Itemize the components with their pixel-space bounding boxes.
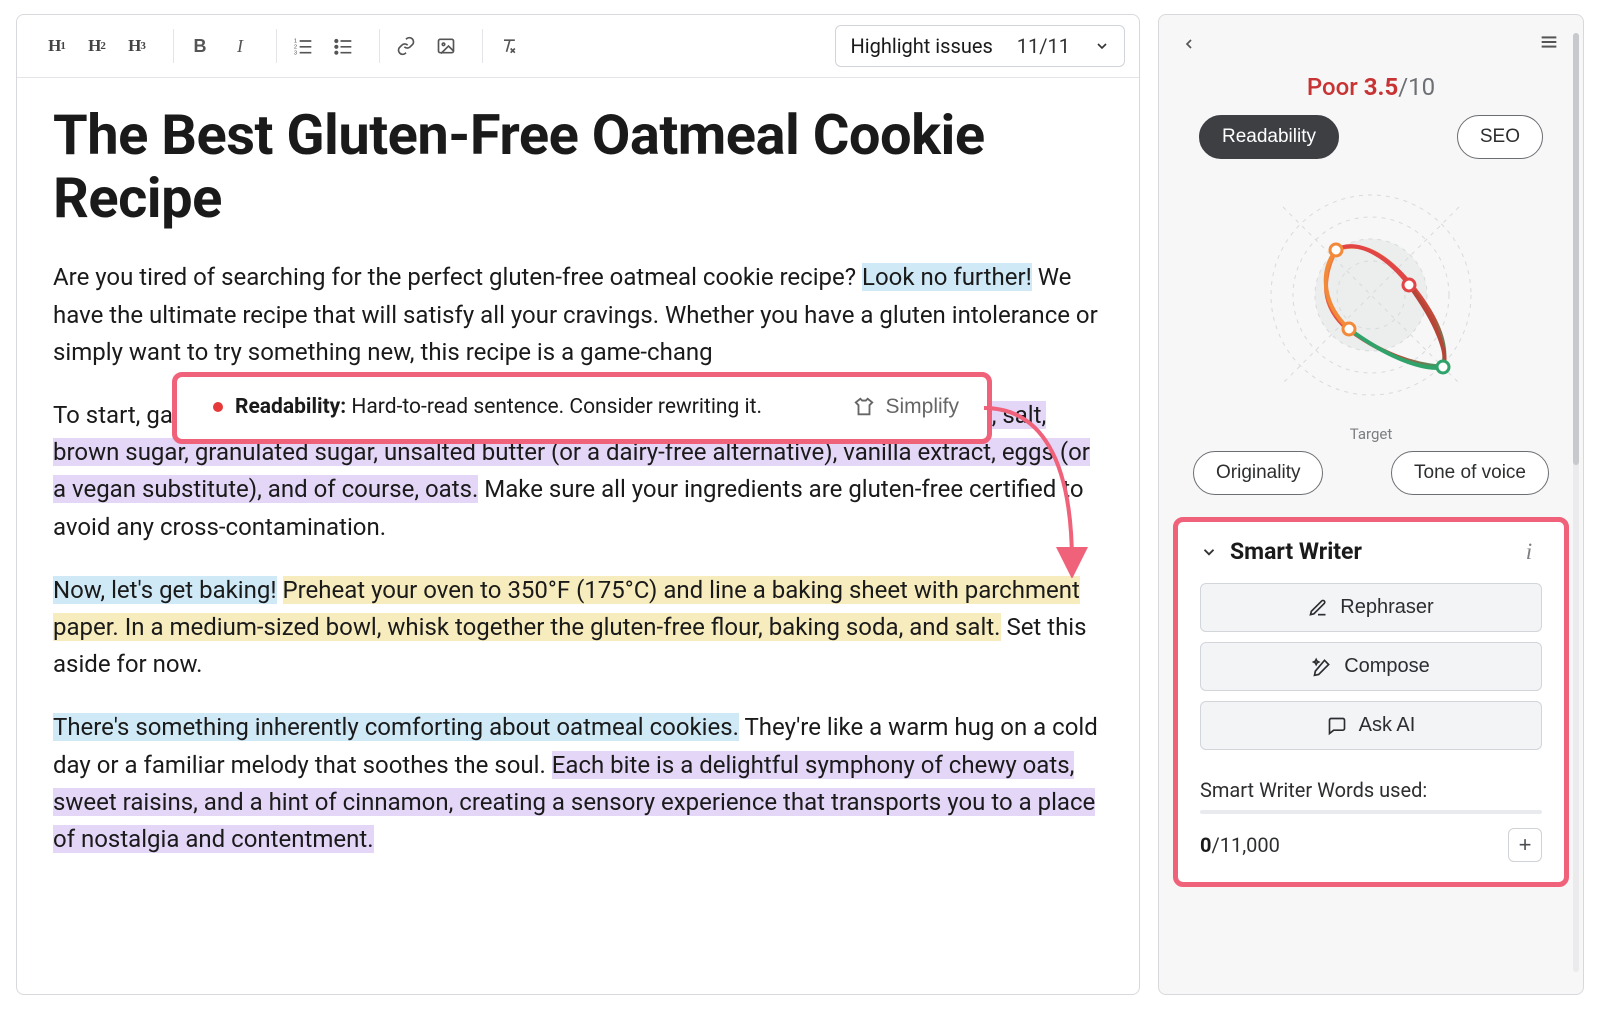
chat-icon: [1327, 716, 1347, 736]
highlight-blue[interactable]: There's something inherently comforting …: [53, 713, 739, 741]
heading-1-button[interactable]: H1: [39, 29, 75, 63]
simplify-button[interactable]: Simplify: [853, 395, 959, 419]
highlight-issues-dropdown[interactable]: Highlight issues 11/11: [835, 25, 1125, 67]
add-words-button[interactable]: +: [1508, 828, 1542, 862]
article-title[interactable]: The Best Gluten-Free Oatmeal Cookie Reci…: [53, 104, 1103, 229]
usage-bar: [1200, 810, 1542, 814]
sidebar-menu-button[interactable]: [1533, 29, 1565, 61]
smart-writer-panel: Smart Writer i Rephraser Compose Ask AI: [1173, 517, 1569, 887]
link-button[interactable]: [388, 29, 424, 63]
tshirt-icon: [853, 396, 875, 418]
clear-formatting-button[interactable]: [491, 29, 527, 63]
heading-3-button[interactable]: H3: [119, 29, 155, 63]
usage-count: 0/11,000: [1200, 833, 1280, 857]
rephraser-button[interactable]: Rephraser: [1200, 583, 1542, 632]
highlight-blue[interactable]: Look no further!: [862, 263, 1032, 291]
paragraph-1[interactable]: Are you tired of searching for the perfe…: [53, 259, 1103, 371]
chip-seo[interactable]: SEO: [1457, 115, 1543, 159]
chip-tone-of-voice[interactable]: Tone of voice: [1391, 451, 1549, 495]
paragraph-4[interactable]: There's something inherently comforting …: [53, 709, 1103, 858]
callout-label: Readability:: [235, 395, 346, 419]
highlight-blue[interactable]: Now, let's get baking!: [53, 576, 277, 604]
bold-button[interactable]: B: [182, 29, 218, 63]
image-button[interactable]: [428, 29, 464, 63]
radar-target-label: Target: [1159, 425, 1583, 443]
sidebar-back-button[interactable]: [1173, 29, 1205, 61]
compose-button[interactable]: Compose: [1200, 642, 1542, 691]
heading-2-button[interactable]: H2: [79, 29, 115, 63]
wand-icon: [1312, 657, 1332, 677]
editor-toolbar: H1 H2 H3 B I 123: [17, 15, 1139, 78]
sidebar-scrollbar[interactable]: [1573, 33, 1579, 972]
ordered-list-button[interactable]: 123: [285, 29, 321, 63]
radar-chart: [1159, 159, 1583, 431]
ask-ai-button[interactable]: Ask AI: [1200, 701, 1542, 750]
highlight-issues-count: 11/11: [1017, 34, 1070, 58]
edit-icon: [1308, 598, 1328, 618]
sidebar-panel: Poor 3.5/10 Readability SEO: [1158, 14, 1584, 995]
editor-pane: H1 H2 H3 B I 123: [16, 14, 1140, 995]
chevron-down-icon[interactable]: [1200, 543, 1218, 561]
chip-originality[interactable]: Originality: [1193, 451, 1323, 495]
editor-body[interactable]: The Best Gluten-Free Oatmeal Cookie Reci…: [17, 78, 1139, 924]
chevron-down-icon: [1094, 38, 1110, 54]
callout-message: Hard-to-read sentence. Consider rewritin…: [351, 395, 762, 419]
readability-callout: Readability: Hard-to-read sentence. Cons…: [172, 372, 992, 444]
readability-score: Poor 3.5/10: [1159, 71, 1583, 115]
smart-writer-title: Smart Writer: [1230, 538, 1362, 565]
highlight-issues-label: Highlight issues: [850, 34, 992, 58]
svg-text:3: 3: [294, 50, 297, 56]
paragraph-3[interactable]: Now, let's get baking! Preheat your oven…: [53, 572, 1103, 684]
unordered-list-button[interactable]: [325, 29, 361, 63]
info-icon[interactable]: i: [1516, 539, 1542, 565]
italic-button[interactable]: I: [222, 29, 258, 63]
smart-usage-label: Smart Writer Words used:: [1200, 778, 1542, 802]
chip-readability[interactable]: Readability: [1199, 115, 1339, 159]
issue-dot-icon: [213, 402, 223, 412]
